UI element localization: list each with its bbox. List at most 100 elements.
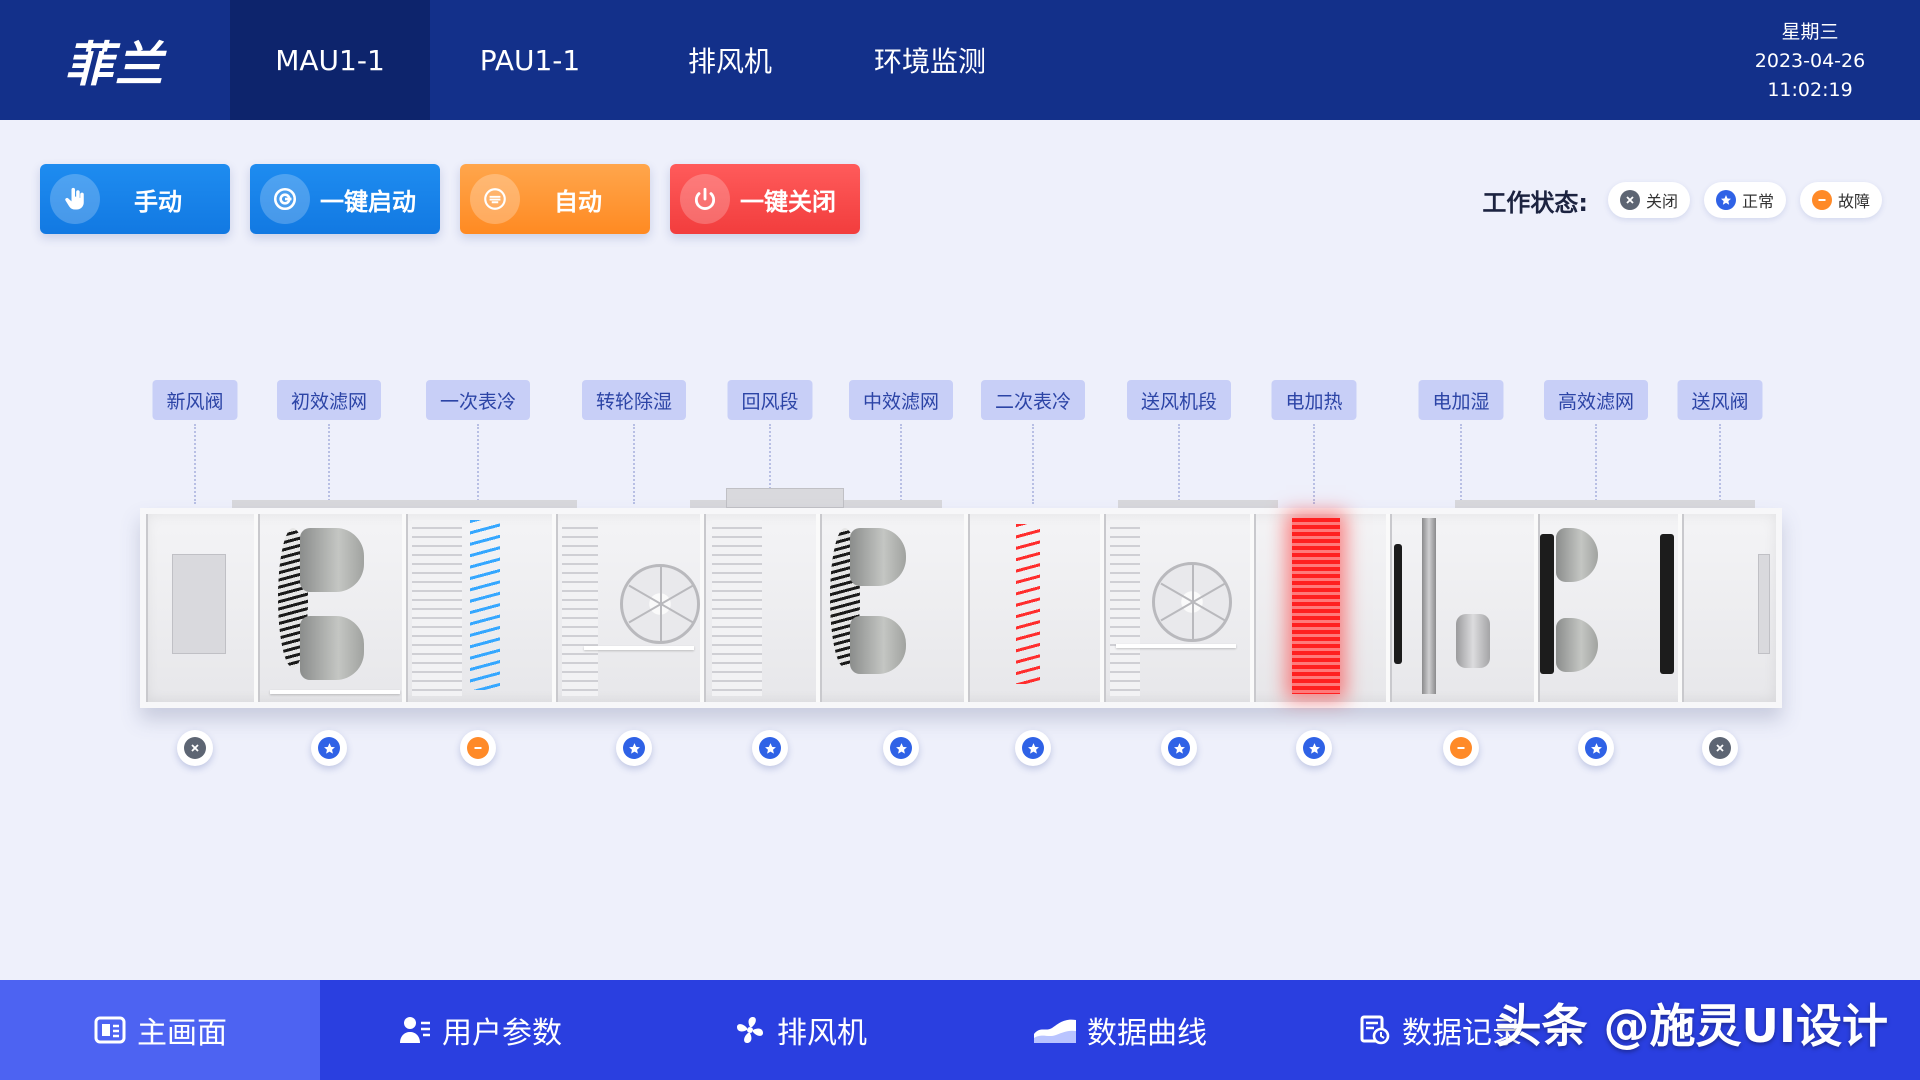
- area-chart-icon: [1033, 1013, 1077, 1047]
- section-label-primary-filter[interactable]: 初效滤网: [276, 380, 382, 420]
- home-screen-icon: [93, 1013, 127, 1047]
- brand-logo: 菲兰: [64, 37, 165, 93]
- start-all-label: 一键启动: [320, 187, 416, 216]
- section-label-return-air[interactable]: 回风段: [727, 380, 813, 420]
- legend-title: 工作状态:: [1482, 188, 1588, 217]
- datetime-display: 星期三 2023-04-26 11:02:19: [1740, 18, 1880, 105]
- filter-frame: [1660, 534, 1674, 674]
- status-normal-icon[interactable]: [1015, 730, 1051, 766]
- legend-fault-label: 故障: [1837, 192, 1870, 211]
- section-label-secondary-cooling-coil[interactable]: 二次表冷: [980, 380, 1086, 420]
- status-normal-icon[interactable]: [1161, 730, 1197, 766]
- unit-top-rail: [1455, 500, 1755, 508]
- bottom-nav-exhaust-fan-label: 排风机: [777, 1016, 867, 1051]
- top-nav: MAU1-1 PAU1-1 排风机 环境监测: [230, 0, 1030, 120]
- section-label-humidifier[interactable]: 电加湿: [1418, 380, 1504, 420]
- section-label-supply-damper[interactable]: 送风阀: [1677, 380, 1763, 420]
- section-label-desiccant-wheel[interactable]: 转轮除湿: [581, 380, 687, 420]
- auto-icon: [470, 174, 520, 224]
- user-settings-icon: [398, 1013, 432, 1047]
- connector-line: [1178, 424, 1180, 504]
- bottom-nav-user-params[interactable]: 用户参数: [320, 980, 640, 1080]
- louver: [412, 520, 462, 696]
- supply-fan-segment: [1104, 514, 1254, 702]
- bottom-nav-user-params-label: 用户参数: [442, 1016, 562, 1051]
- minus-circle-icon: [1811, 190, 1832, 210]
- bottom-nav-main-screen[interactable]: 主画面: [0, 980, 320, 1080]
- connector-line: [1460, 424, 1462, 504]
- section-label-hepa-filter[interactable]: 高效滤网: [1543, 380, 1649, 420]
- fan-icon: [733, 1013, 767, 1047]
- date-text: 2023-04-26: [1754, 50, 1866, 72]
- return-air-inlet: [726, 488, 844, 508]
- louver: [1110, 520, 1140, 696]
- filter-bag: [300, 616, 364, 680]
- bottom-nav-data-curve-label: 数据曲线: [1087, 1016, 1207, 1051]
- bottom-nav-exhaust-fan[interactable]: 排风机: [640, 980, 960, 1080]
- connector-line: [1032, 424, 1034, 504]
- desiccant-wheel-segment: [556, 514, 704, 702]
- status-normal-icon[interactable]: [1578, 730, 1614, 766]
- connector-line: [328, 424, 330, 504]
- section-label-fresh-air-damper[interactable]: 新风阀: [152, 380, 238, 420]
- filter-bag: [850, 528, 906, 586]
- primary-cooling-coil-segment: [406, 514, 556, 702]
- segment-shelf: [270, 690, 400, 694]
- bottom-nav-data-curve[interactable]: 数据曲线: [960, 980, 1280, 1080]
- control-button-row: 手动 一键启动 自动 一键关闭: [40, 164, 860, 234]
- tab-exhaust-fan[interactable]: 排风机: [630, 0, 830, 120]
- louver: [712, 520, 762, 696]
- unit-top-rail: [232, 500, 577, 508]
- primary-filter-segment: [258, 514, 406, 702]
- filter-bag: [1556, 618, 1598, 672]
- connector-line: [1313, 424, 1315, 504]
- status-normal-icon[interactable]: [883, 730, 919, 766]
- status-legend: 工作状态: 关闭 正常 故障: [1482, 182, 1882, 218]
- humidifier-pipe: [1422, 518, 1436, 694]
- data-record-icon: [1358, 1013, 1392, 1047]
- time-text: 11:02:19: [1767, 79, 1853, 101]
- damper-blade: [172, 554, 226, 654]
- status-off-icon[interactable]: [177, 730, 213, 766]
- filter-bag: [850, 616, 906, 674]
- bottom-nav-main-screen-label: 主画面: [137, 1016, 227, 1051]
- start-all-button[interactable]: 一键启动: [250, 164, 440, 234]
- section-label-supply-fan[interactable]: 送风机段: [1126, 380, 1232, 420]
- section-label-medium-filter[interactable]: 中效滤网: [848, 380, 954, 420]
- status-normal-icon[interactable]: [752, 730, 788, 766]
- legend-normal: 正常: [1703, 182, 1786, 218]
- top-bar: 菲兰 MAU1-1 PAU1-1 排风机 环境监测 星期三 2023-04-26…: [0, 0, 1920, 120]
- medium-filter-segment: [820, 514, 968, 702]
- secondary-cooling-coil-segment: [968, 514, 1104, 702]
- status-fault-icon[interactable]: [460, 730, 496, 766]
- close-circle-icon: [1619, 190, 1640, 210]
- stop-all-button[interactable]: 一键关闭: [670, 164, 860, 234]
- cooling-coil-reheat: [1016, 524, 1040, 684]
- connector-line: [1719, 424, 1721, 504]
- connector-line: [1595, 424, 1597, 504]
- hepa-filter-segment: [1538, 514, 1682, 702]
- connector-line: [633, 424, 635, 504]
- supply-damper-segment: [1682, 514, 1776, 702]
- connector-line: [477, 424, 479, 504]
- legend-fault: 故障: [1799, 182, 1882, 218]
- manual-label: 手动: [134, 187, 182, 216]
- status-off-icon[interactable]: [1702, 730, 1738, 766]
- manual-button[interactable]: 手动: [40, 164, 230, 234]
- cooling-coil: [470, 520, 500, 690]
- fresh-air-damper-segment: [146, 514, 258, 702]
- status-normal-icon[interactable]: [311, 730, 347, 766]
- tab-environment-monitor[interactable]: 环境监测: [830, 0, 1030, 120]
- status-fault-icon[interactable]: [1443, 730, 1479, 766]
- tab-mau1-1[interactable]: MAU1-1: [230, 0, 430, 120]
- status-normal-icon[interactable]: [1296, 730, 1332, 766]
- tab-pau1-1[interactable]: PAU1-1: [430, 0, 630, 120]
- section-label-electric-heater[interactable]: 电加热: [1271, 380, 1357, 420]
- status-normal-icon[interactable]: [616, 730, 652, 766]
- auto-button[interactable]: 自动: [460, 164, 650, 234]
- return-air-segment: [704, 514, 820, 702]
- section-label-primary-cooling-coil[interactable]: 一次表冷: [425, 380, 531, 420]
- hand-icon: [50, 174, 100, 224]
- segment-shelf: [1116, 644, 1236, 648]
- filter-frame: [1540, 534, 1554, 674]
